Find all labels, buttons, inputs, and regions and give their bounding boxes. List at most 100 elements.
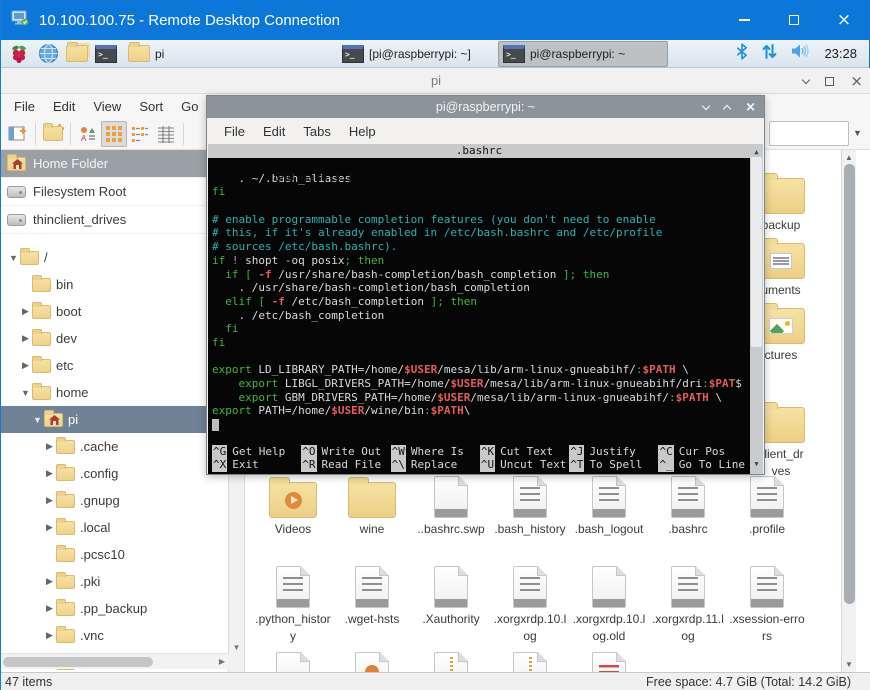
tree-item-pi[interactable]: ▼pi [1,406,228,433]
file-item-wget-hsts[interactable]: .wget-hsts [334,562,410,628]
fm-menu-sort[interactable]: Sort [130,99,172,114]
clock[interactable]: 23:28 [824,46,857,61]
taskbar-task-pi-raspberrypi[interactable]: >_[pi@raspberrypi: ~] [338,41,496,67]
nano-shortcut-write-out[interactable]: ^OWrite Out [301,445,390,459]
nano-shortcut-go-to-line[interactable]: ^_Go To Line [658,458,747,472]
nano-shortcut-read-file[interactable]: ^RRead File [301,458,390,472]
file-item-xorgxrdp-10-log[interactable]: .xorgxrdp.10.log [492,562,568,645]
nano-shortcut-justify[interactable]: ^JJustify [569,445,658,459]
expander-closed-icon[interactable]: ▶ [43,468,56,479]
expander-open-icon[interactable]: ▼ [19,388,32,398]
tree-item-local[interactable]: ▶.local [1,514,228,541]
expander-closed-icon[interactable]: ▶ [43,441,56,452]
file-item-xsession-errors[interactable]: .xsession-errors [729,562,805,645]
new-window-button[interactable] [5,121,31,147]
file-item-bashrc-swp[interactable]: ..bashrc.swp [413,472,489,538]
detailed-view-button[interactable] [153,121,179,147]
terminal-maximize-icon[interactable] [723,104,731,112]
file-item-bashrc[interactable]: .bashrc [650,472,726,538]
fm-menu-edit[interactable]: Edit [44,99,84,114]
tree-item-cache[interactable]: ▶.cache [1,433,228,460]
bluetooth-icon[interactable] [736,43,748,65]
sidebar-scroll-right-icon[interactable]: ▶ [219,657,225,666]
icon-view-button[interactable] [101,121,127,147]
main-vscroll-thumb[interactable] [844,164,855,604]
tree-item-bin[interactable]: bin [1,271,228,298]
nano-shortcut-cur-pos[interactable]: ^CCur Pos [658,445,747,459]
tree-item-boot[interactable]: ▶boot [1,298,228,325]
file-item-videos[interactable]: Videos [255,472,331,538]
expander-closed-icon[interactable]: ▶ [43,522,56,533]
expander-closed-icon[interactable]: ▶ [19,333,32,344]
tree-item-pp-backup[interactable]: ▶.pp_backup [1,595,228,622]
file-item-profile[interactable]: .profile [729,472,805,538]
file-item-item[interactable] [413,648,489,672]
rdp-maximize-button[interactable] [769,0,819,40]
nano-shortcut-cut-text[interactable]: ^KCut Text [480,445,569,459]
tree-item-vnc[interactable]: ▶.vnc [1,622,228,649]
terminal-scrollbar[interactable]: ▲ ▼ [750,144,763,474]
file-item-item[interactable] [334,648,410,672]
sidebar-horizontal-scrollbar[interactable]: ▶ [1,653,229,669]
fm-close-icon[interactable]: × [850,74,863,89]
tree-item-config[interactable]: ▶.config [1,460,228,487]
terminal-menu-help[interactable]: Help [340,124,385,139]
tree-item-etc[interactable]: ▶etc [1,352,228,379]
rdp-minimize-button[interactable] [719,0,769,40]
volume-icon[interactable] [791,43,810,64]
file-item-wine[interactable]: wine [334,472,410,538]
fm-maximize-icon[interactable] [825,77,834,86]
main-vertical-scrollbar[interactable]: ▲ ▼ [841,150,856,672]
terminal-menu-tabs[interactable]: Tabs [294,124,339,139]
taskbar-task-pi[interactable]: pi [124,41,336,67]
file-item-item[interactable] [492,648,568,672]
nano-shortcut-uncut-text[interactable]: ^UUncut Text [480,458,569,472]
expander-closed-icon[interactable]: ▶ [43,630,56,641]
place-home-folder[interactable]: Home Folder [1,150,228,178]
place-filesystem-root[interactable]: Filesystem Root [1,178,228,206]
taskbar-task-pi-raspberrypi[interactable]: >_pi@raspberrypi: ~ [498,41,668,67]
fm-menu-file[interactable]: File [5,99,44,114]
expander-open-icon[interactable]: ▼ [7,253,20,263]
tree-item-pcsc10[interactable]: .pcsc10 [1,541,228,568]
web-browser-icon[interactable] [36,42,60,66]
file-item-xorgxrdp-10-log-old[interactable]: .xorgxrdp.10.log.old [571,562,647,645]
terminal-scroll-thumb[interactable] [751,157,762,347]
place-thinclient-drives[interactable]: thinclient_drives [1,206,228,234]
new-folder-button[interactable] [40,121,66,147]
path-dropdown-icon[interactable]: ▼ [853,128,862,138]
file-item-bash-logout[interactable]: .bash_logout [571,472,647,538]
thumbnail-view-button[interactable]: A [75,121,101,147]
expander-closed-icon[interactable]: ▶ [43,603,56,614]
terminal-scroll-down-icon[interactable]: ▼ [750,458,763,472]
nano-shortcut-where-is[interactable]: ^WWhere Is [391,445,480,459]
file-item-python-history[interactable]: .python_history [255,562,331,645]
nano-shortcut-exit[interactable]: ^XExit [212,458,301,472]
terminal-menu-file[interactable]: File [215,124,254,139]
nano-shortcut-replace[interactable]: ^\Replace [391,458,480,472]
expander-closed-icon[interactable]: ▶ [43,576,56,587]
file-item-xauthority[interactable]: .Xauthority [413,562,489,628]
rdp-close-button[interactable]: × [819,0,869,40]
expander-open-icon[interactable]: ▼ [31,415,44,425]
terminal-minimize-icon[interactable] [702,101,710,109]
fm-minimize-icon[interactable] [802,75,810,83]
rdp-titlebar[interactable]: 10.100.100.75 - Remote Desktop Connectio… [1,0,869,40]
file-manager-titlebar[interactable]: pi × [1,68,870,94]
fm-menu-view[interactable]: View [84,99,130,114]
main-scroll-up-icon[interactable]: ▲ [842,153,856,162]
tree-item-home[interactable]: ▼home [1,379,228,406]
file-item-xorgxrdp-11-log[interactable]: .xorgxrdp.11.log [650,562,726,645]
terminal-screen[interactable]: .bashrc GNU nano 3.2 . ~/.bash_aliasesfi… [208,144,763,474]
main-scroll-down-icon[interactable]: ▼ [842,660,856,669]
nano-shortcut-to-spell[interactable]: ^TTo Spell [569,458,658,472]
terminal-close-icon[interactable]: × [745,101,756,114]
tree-item-pki[interactable]: ▶.pki [1,568,228,595]
sidebar-hscroll-thumb[interactable] [3,657,153,667]
file-manager-icon[interactable] [65,42,89,66]
raspberry-menu-icon[interactable] [7,42,31,66]
tree-item-item[interactable]: ▼/ [1,244,228,271]
compact-view-button[interactable] [127,121,153,147]
expander-closed-icon[interactable]: ▶ [19,360,32,371]
tree-item-gnupg[interactable]: ▶.gnupg [1,487,228,514]
